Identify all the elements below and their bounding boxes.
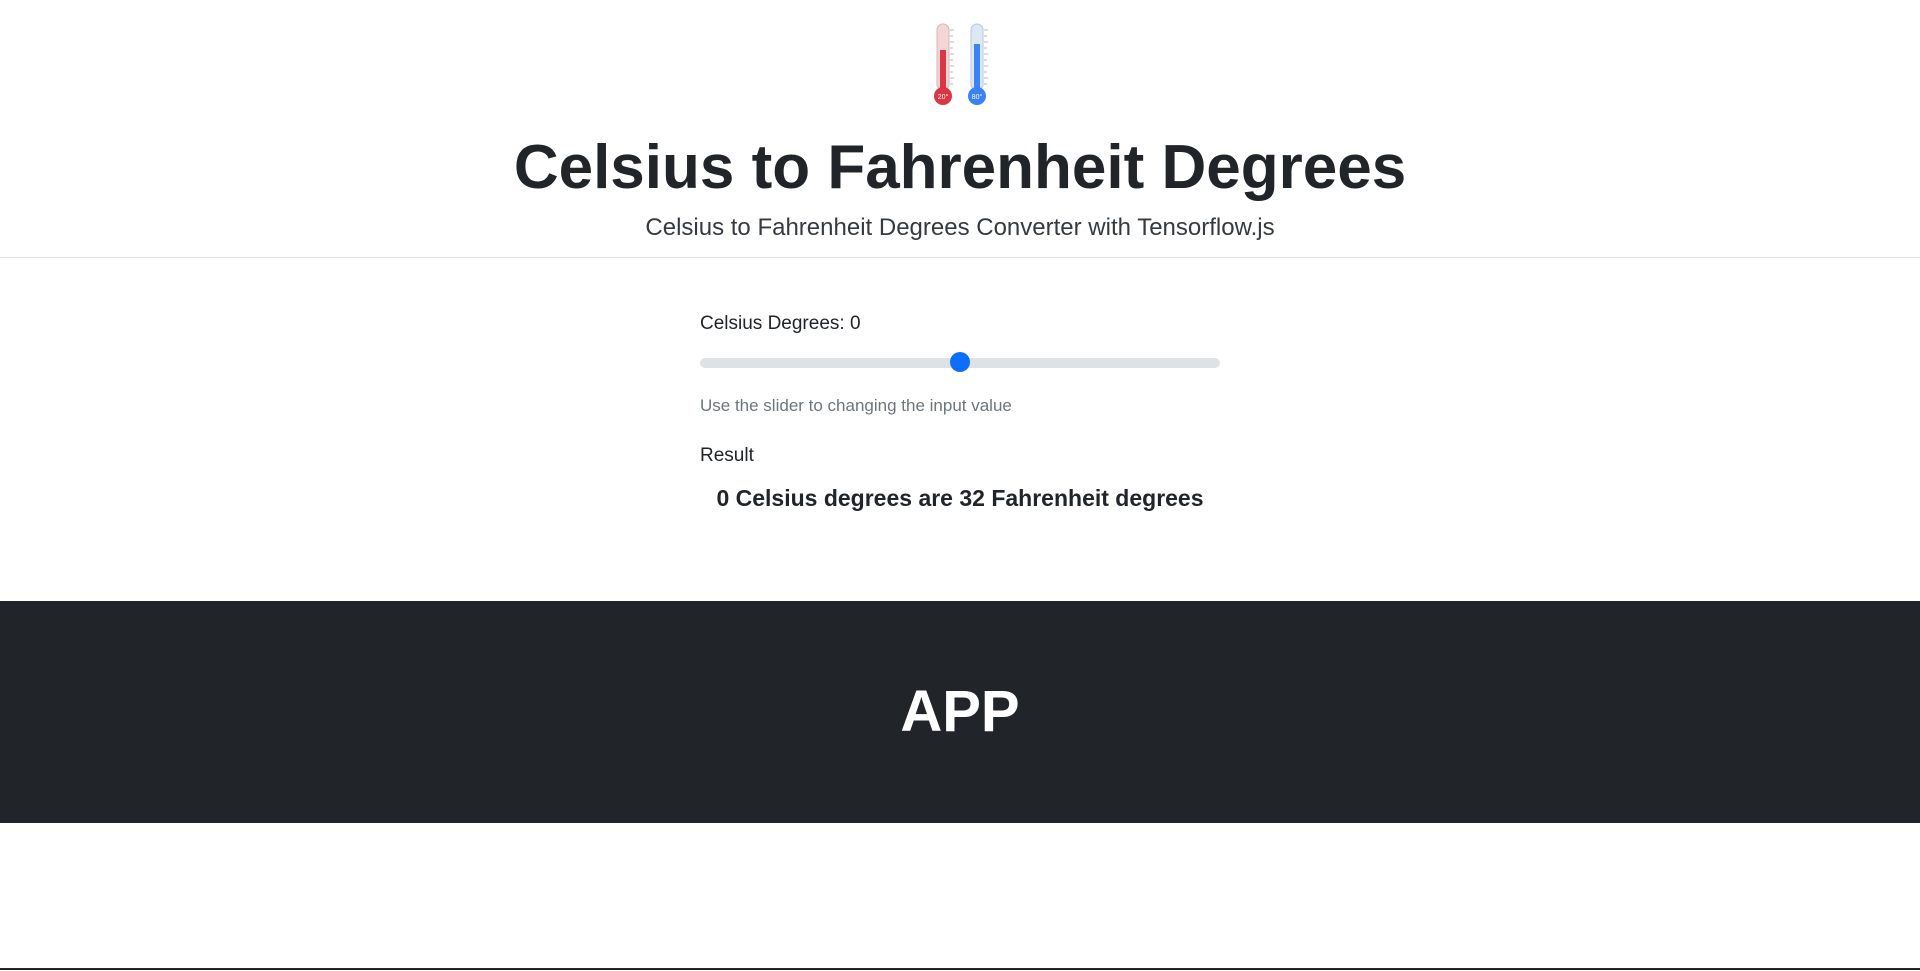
- red-thermometer-icon: 20°: [934, 23, 954, 105]
- page-subtitle: Celsius to Fahrenheit Degrees Converter …: [645, 214, 1275, 241]
- page: 20° 80° Celsius to Fahrenheit Degrees Ce…: [0, 0, 1920, 971]
- red-thermometer-reading: 20°: [938, 93, 949, 101]
- slider-thumb[interactable]: [950, 352, 970, 372]
- thermometers-icon: 20° 80°: [929, 22, 1001, 108]
- slider-help-text: Use the slider to changing the input val…: [700, 396, 1012, 415]
- result-label: Result: [700, 445, 754, 466]
- page-header: 20° 80° Celsius to Fahrenheit Degrees Ce…: [0, 0, 1920, 258]
- app-section: APP: [0, 601, 1920, 823]
- celsius-slider[interactable]: [700, 350, 1220, 374]
- converter-form: Celsius Degrees: 0 Use the slider to cha…: [700, 310, 1220, 514]
- result-output: 0 Celsius degrees are 32 Fahrenheit degr…: [716, 485, 1204, 511]
- celsius-label: Celsius Degrees: 0: [700, 313, 861, 334]
- page-title: Celsius to Fahrenheit Degrees: [513, 133, 1407, 202]
- blue-thermometer-icon: 80°: [968, 23, 988, 105]
- bottom-divider: [0, 968, 1920, 970]
- blue-thermometer-reading: 80°: [972, 93, 983, 101]
- app-heading: APP: [900, 679, 1020, 744]
